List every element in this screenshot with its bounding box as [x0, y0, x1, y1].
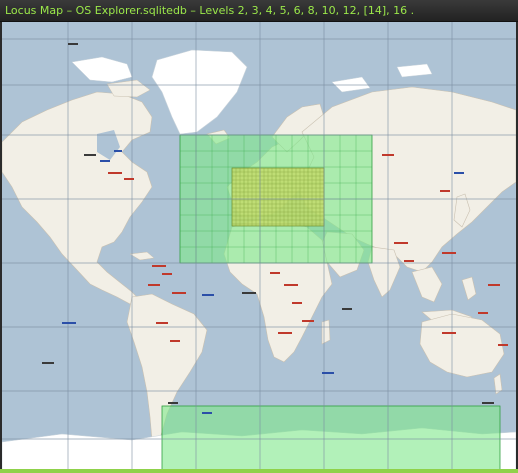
- title-bar: Locus Map – OS Explorer.sqlitedb – Level…: [0, 0, 518, 22]
- madagascar-landmass: [321, 319, 331, 345]
- status-strip: [0, 469, 518, 473]
- map-view[interactable]: [2, 22, 516, 471]
- window-title: Locus Map – OS Explorer.sqlitedb – Level…: [5, 4, 415, 17]
- level-region-central-europe[interactable]: [231, 167, 325, 227]
- world-map-svg[interactable]: [2, 22, 516, 471]
- locus-map-window: Locus Map – OS Explorer.sqlitedb – Level…: [0, 0, 518, 473]
- level-region-antarctica[interactable]: [161, 405, 501, 471]
